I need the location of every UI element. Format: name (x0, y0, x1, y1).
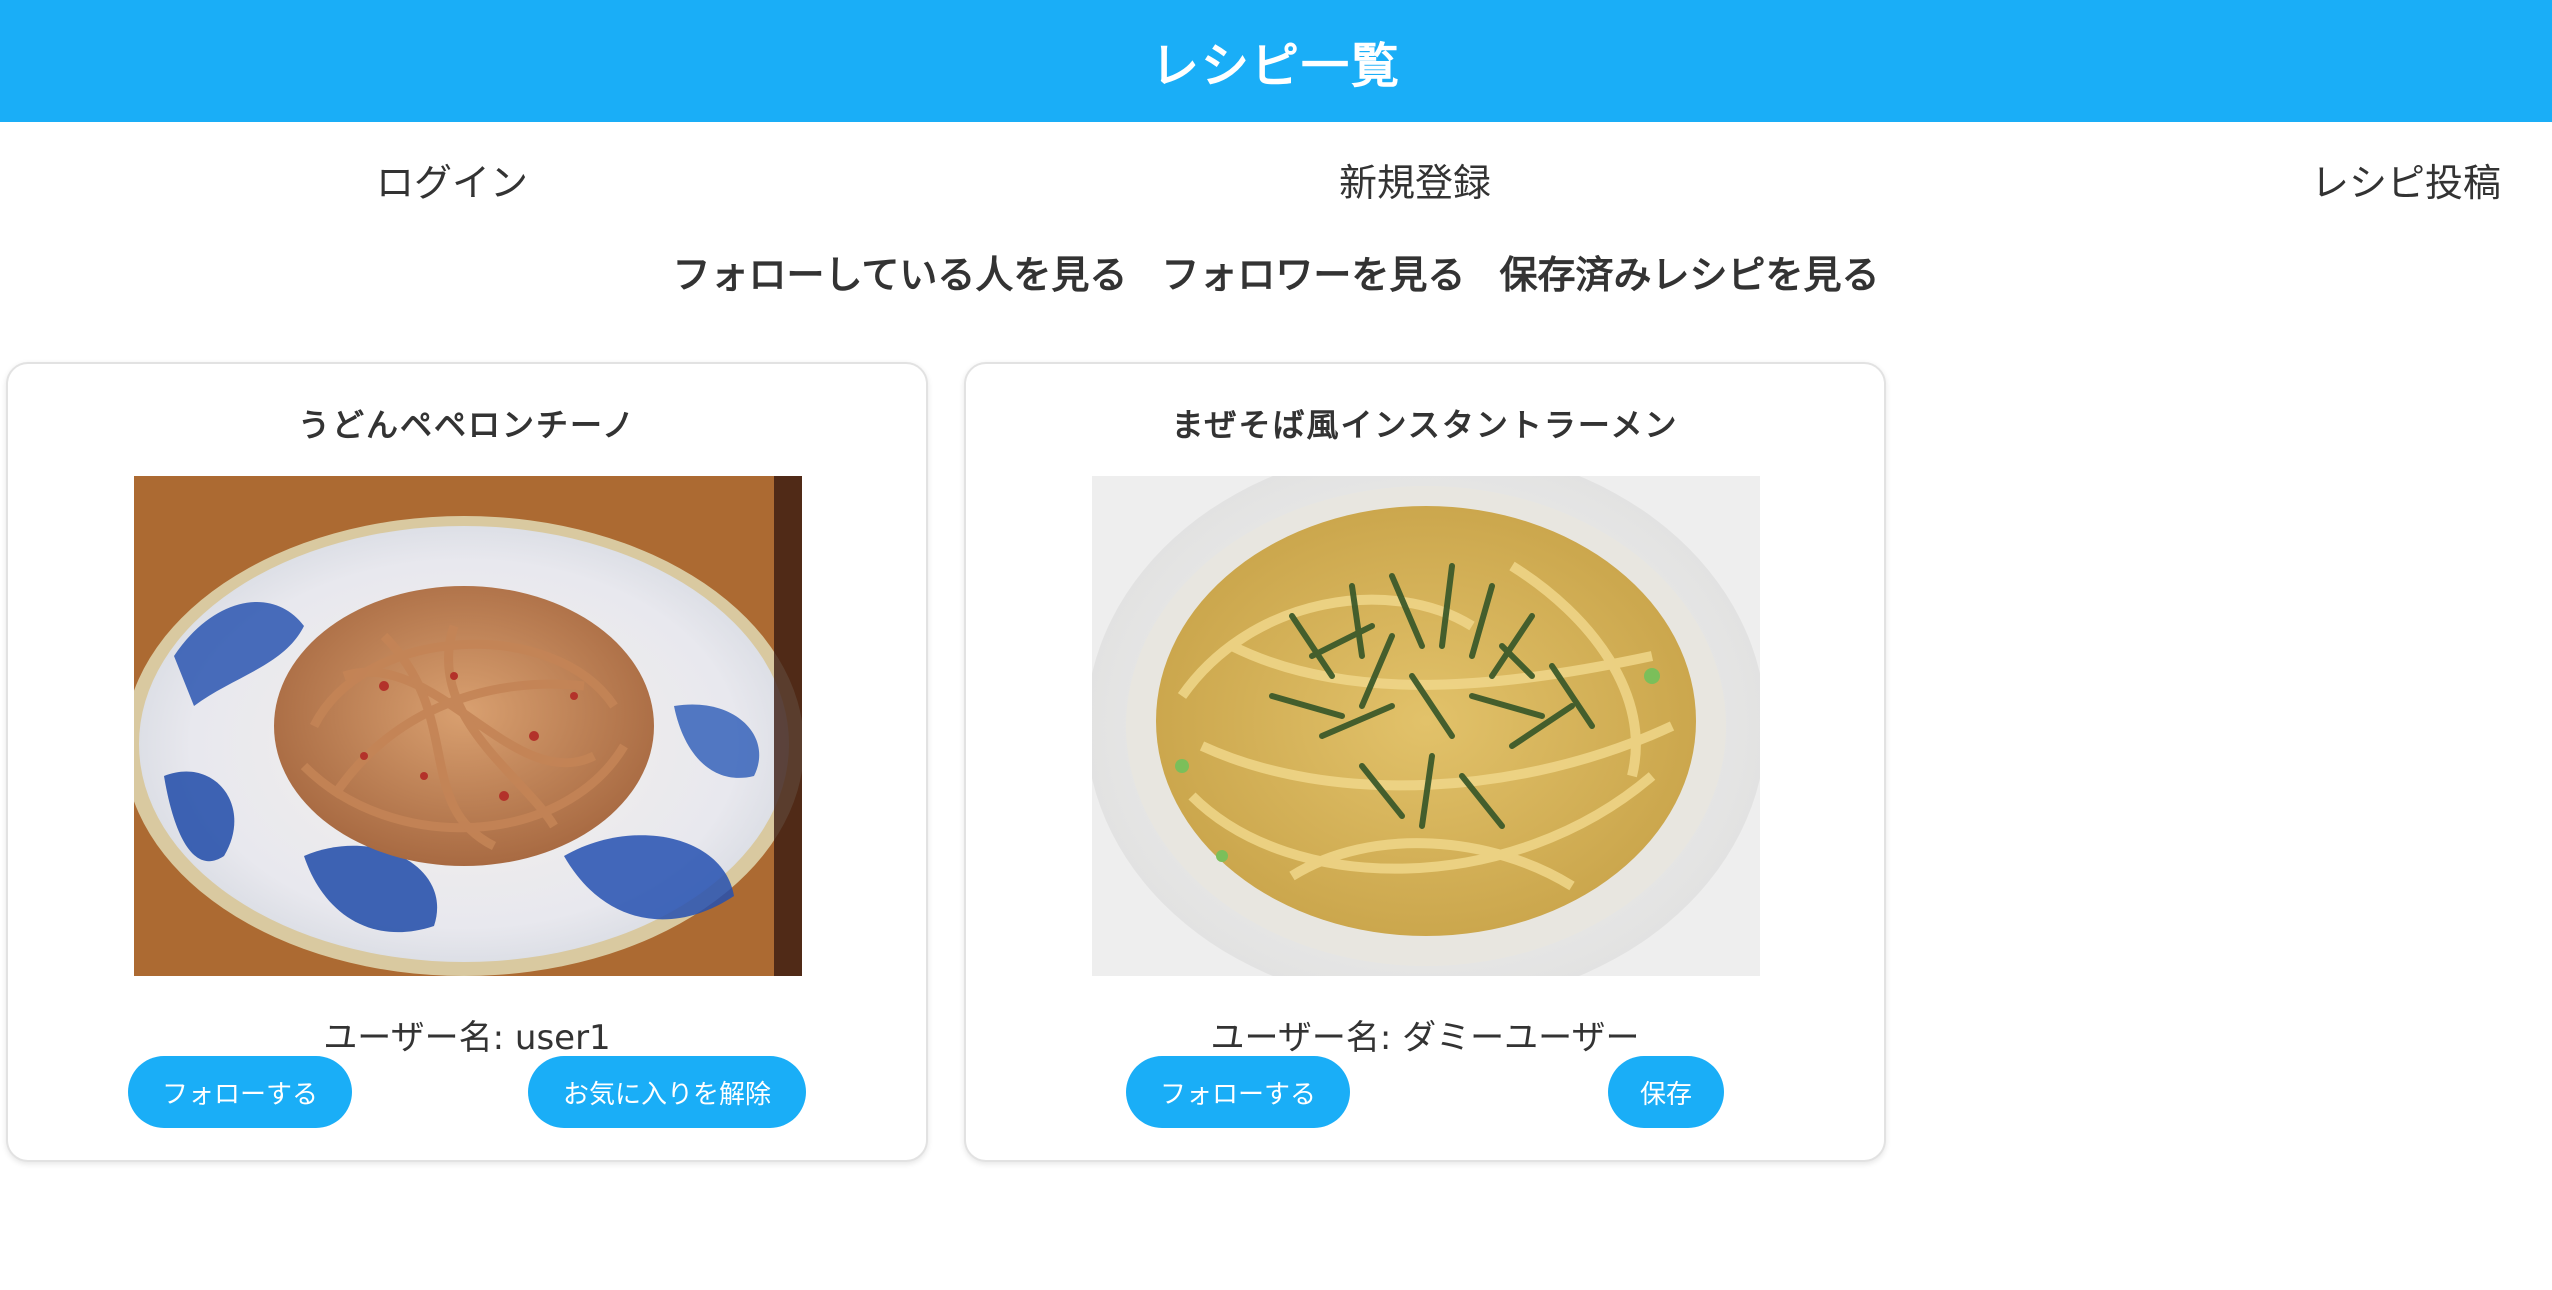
following-link[interactable]: フォローしている人を見る (673, 244, 1128, 299)
recipe-photo (1092, 476, 1760, 976)
page-header: レシピ一覧 (0, 0, 2552, 122)
recipe-title: まぜそば風インスタントラーメン (1171, 406, 1679, 444)
sub-navigation: フォローしている人を見る フォロワーを見る 保存済みレシピを見る (0, 244, 2552, 299)
post-recipe-link[interactable]: レシピ投稿 (2311, 152, 2501, 207)
recipe-username: ユーザー名: ダミーユーザー (1210, 1018, 1640, 1058)
follow-button[interactable]: フォローする (1126, 1056, 1350, 1128)
recipe-title: うどんペペロンチーノ (297, 406, 637, 444)
recipe-photo (134, 476, 802, 976)
followers-link[interactable]: フォロワーを見る (1161, 244, 1465, 299)
recipe-username: ユーザー名: user1 (323, 1018, 611, 1058)
recipe-card: うどんペペロンチーノ ユーザー名: user1 フォローする お気に入りを解除 (6, 362, 928, 1162)
save-button[interactable]: 保存 (1608, 1056, 1724, 1128)
saved-recipes-link[interactable]: 保存済みレシピを見る (1499, 244, 1879, 299)
signup-link[interactable]: 新規登録 (1339, 152, 1491, 207)
unfavorite-button[interactable]: お気に入りを解除 (528, 1056, 806, 1128)
page-title: レシピ一覧 (1150, 38, 1401, 94)
recipe-card: まぜそば風インスタントラーメン ユーザー名: ダミーユーザー フォローする 保存 (964, 362, 1886, 1162)
follow-button[interactable]: フォローする (128, 1056, 352, 1128)
login-link[interactable]: ログイン (376, 152, 528, 207)
